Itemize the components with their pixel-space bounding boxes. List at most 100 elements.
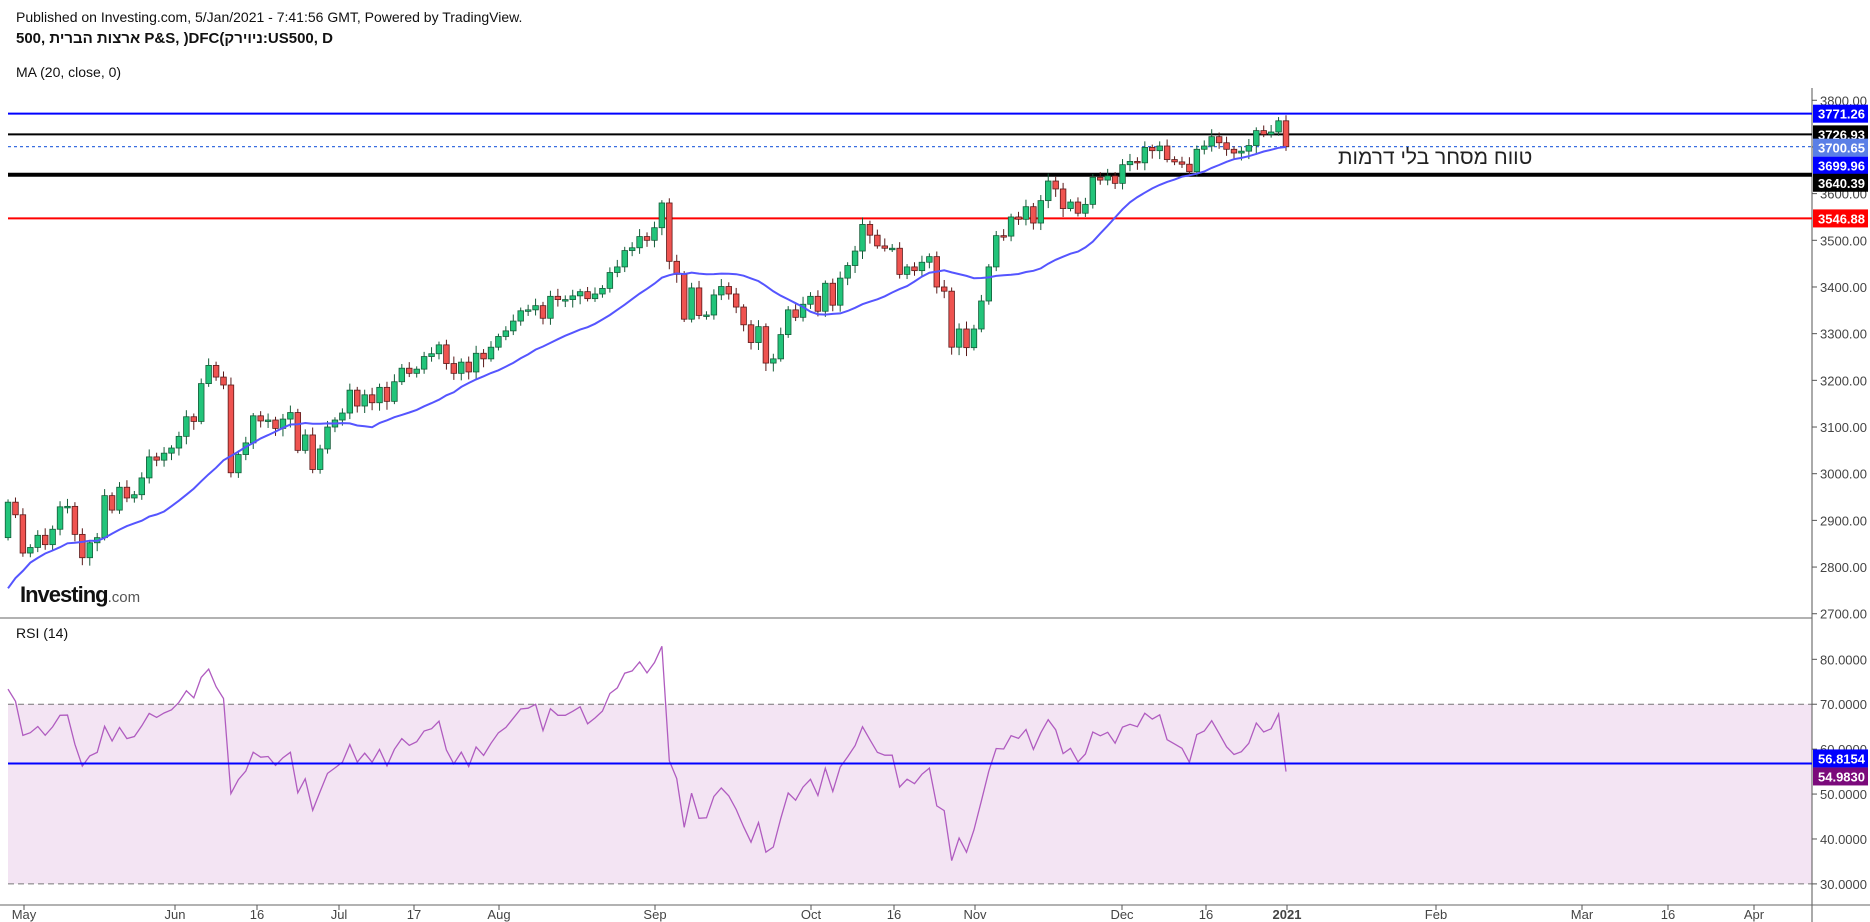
candle-down <box>294 412 302 451</box>
price-label-3640: 3640.39 <box>1818 176 1865 191</box>
price-tick-label: 3100.00 <box>1820 420 1867 435</box>
candle-down <box>153 456 160 461</box>
candle-up <box>205 365 212 385</box>
candle-up <box>599 287 606 295</box>
candle-down <box>41 534 49 546</box>
candle-up <box>903 266 911 275</box>
price-tick-label: 3000.00 <box>1820 467 1867 482</box>
candle-down <box>123 486 131 499</box>
price-tick-label: 3200.00 <box>1820 373 1867 388</box>
candle-down <box>911 266 918 272</box>
candle-up <box>955 328 963 348</box>
candle-up <box>56 506 64 530</box>
candle-down <box>1149 147 1156 152</box>
candle-down <box>866 224 874 236</box>
candle-up <box>160 452 168 461</box>
candle-up <box>324 426 331 450</box>
candle-down <box>1282 120 1290 148</box>
candle-down <box>732 293 740 308</box>
candle-up <box>1104 175 1111 181</box>
candle-up <box>428 353 435 357</box>
candle-up <box>64 505 71 509</box>
price-tick-label: 3500.00 <box>1820 233 1867 248</box>
candle-up <box>146 456 153 479</box>
candle-down <box>1015 216 1022 220</box>
candle-up <box>376 386 383 404</box>
candle-down <box>740 306 747 326</box>
candle-up <box>1253 130 1260 146</box>
time-tick-label: Feb <box>1425 907 1447 922</box>
time-tick-label: Nov <box>963 907 987 922</box>
candle-down <box>1260 130 1267 135</box>
candle-up <box>4 501 12 539</box>
candle-up <box>472 352 480 373</box>
time-tick-label: Aug <box>487 907 510 922</box>
rsi-level-label: 56.8154 <box>1818 751 1866 766</box>
candle-down <box>272 419 279 429</box>
candle-up <box>562 299 569 302</box>
candle-down <box>19 514 27 554</box>
candle-down <box>725 286 732 295</box>
candle-down <box>12 501 19 516</box>
candle-up <box>458 361 465 374</box>
candle-down <box>1097 176 1104 181</box>
time-tick-label: 16 <box>887 907 901 922</box>
candle-down <box>1178 161 1186 165</box>
candle-up <box>718 286 725 296</box>
candle-down <box>1111 175 1119 184</box>
candle-down <box>480 352 487 360</box>
price-chart[interactable]: 3800.003700.003600.003500.003400.003300.… <box>0 0 1870 922</box>
time-tick-label: Jul <box>331 907 348 922</box>
candle-up <box>413 368 420 374</box>
candle-up <box>517 310 524 322</box>
candle-down <box>814 295 822 312</box>
candle-down <box>1074 201 1082 214</box>
candle-up <box>287 412 294 420</box>
candle-up <box>628 247 636 251</box>
candle-down <box>829 282 836 306</box>
candle-down <box>71 505 79 535</box>
candle-down <box>792 309 799 318</box>
candle-up <box>435 344 443 355</box>
rsi-tick-label: 70.0000 <box>1820 697 1867 712</box>
candle-up <box>1245 145 1253 152</box>
candle-down <box>1134 161 1141 164</box>
candle-up <box>703 314 710 317</box>
candle-up <box>777 334 784 360</box>
candle-up <box>576 291 584 297</box>
price-tick-label: 2800.00 <box>1820 560 1867 575</box>
candle-up <box>755 326 762 343</box>
candle-up <box>198 383 205 422</box>
candle-up <box>851 250 859 266</box>
price-tick-label: 2900.00 <box>1820 513 1867 528</box>
candle-up <box>1201 145 1208 150</box>
candle-down <box>1059 188 1067 209</box>
candle-up <box>1007 216 1015 237</box>
candle-down <box>762 326 770 364</box>
candle-up <box>1045 180 1052 202</box>
candle-down <box>79 533 86 559</box>
candle-up <box>510 320 517 332</box>
candle-down <box>212 365 220 378</box>
time-tick-label: 16 <box>250 907 264 922</box>
time-tick-label: Oct <box>801 907 822 922</box>
candle-up <box>591 293 599 300</box>
candle-up <box>547 295 554 319</box>
time-tick-label: Mar <box>1571 907 1594 922</box>
price-tick-label: 3400.00 <box>1820 280 1867 295</box>
candle-down <box>1030 206 1037 224</box>
candle-down <box>643 236 651 241</box>
candle-up <box>391 381 398 402</box>
candle-down <box>1186 163 1193 173</box>
candle-up <box>86 542 93 559</box>
rsi-tick-label: 80.0000 <box>1820 652 1867 667</box>
time-tick-label: 16 <box>1199 907 1213 922</box>
time-tick-label: Apr <box>1744 907 1765 922</box>
candle-down <box>747 324 755 343</box>
candle-down <box>354 389 361 407</box>
candle-up <box>495 336 502 348</box>
candle-down <box>948 290 955 348</box>
candle-up <box>784 309 792 335</box>
candle-up <box>1238 150 1245 154</box>
chart-annotation: טווח מסחר בלי דרמות <box>1338 146 1533 169</box>
